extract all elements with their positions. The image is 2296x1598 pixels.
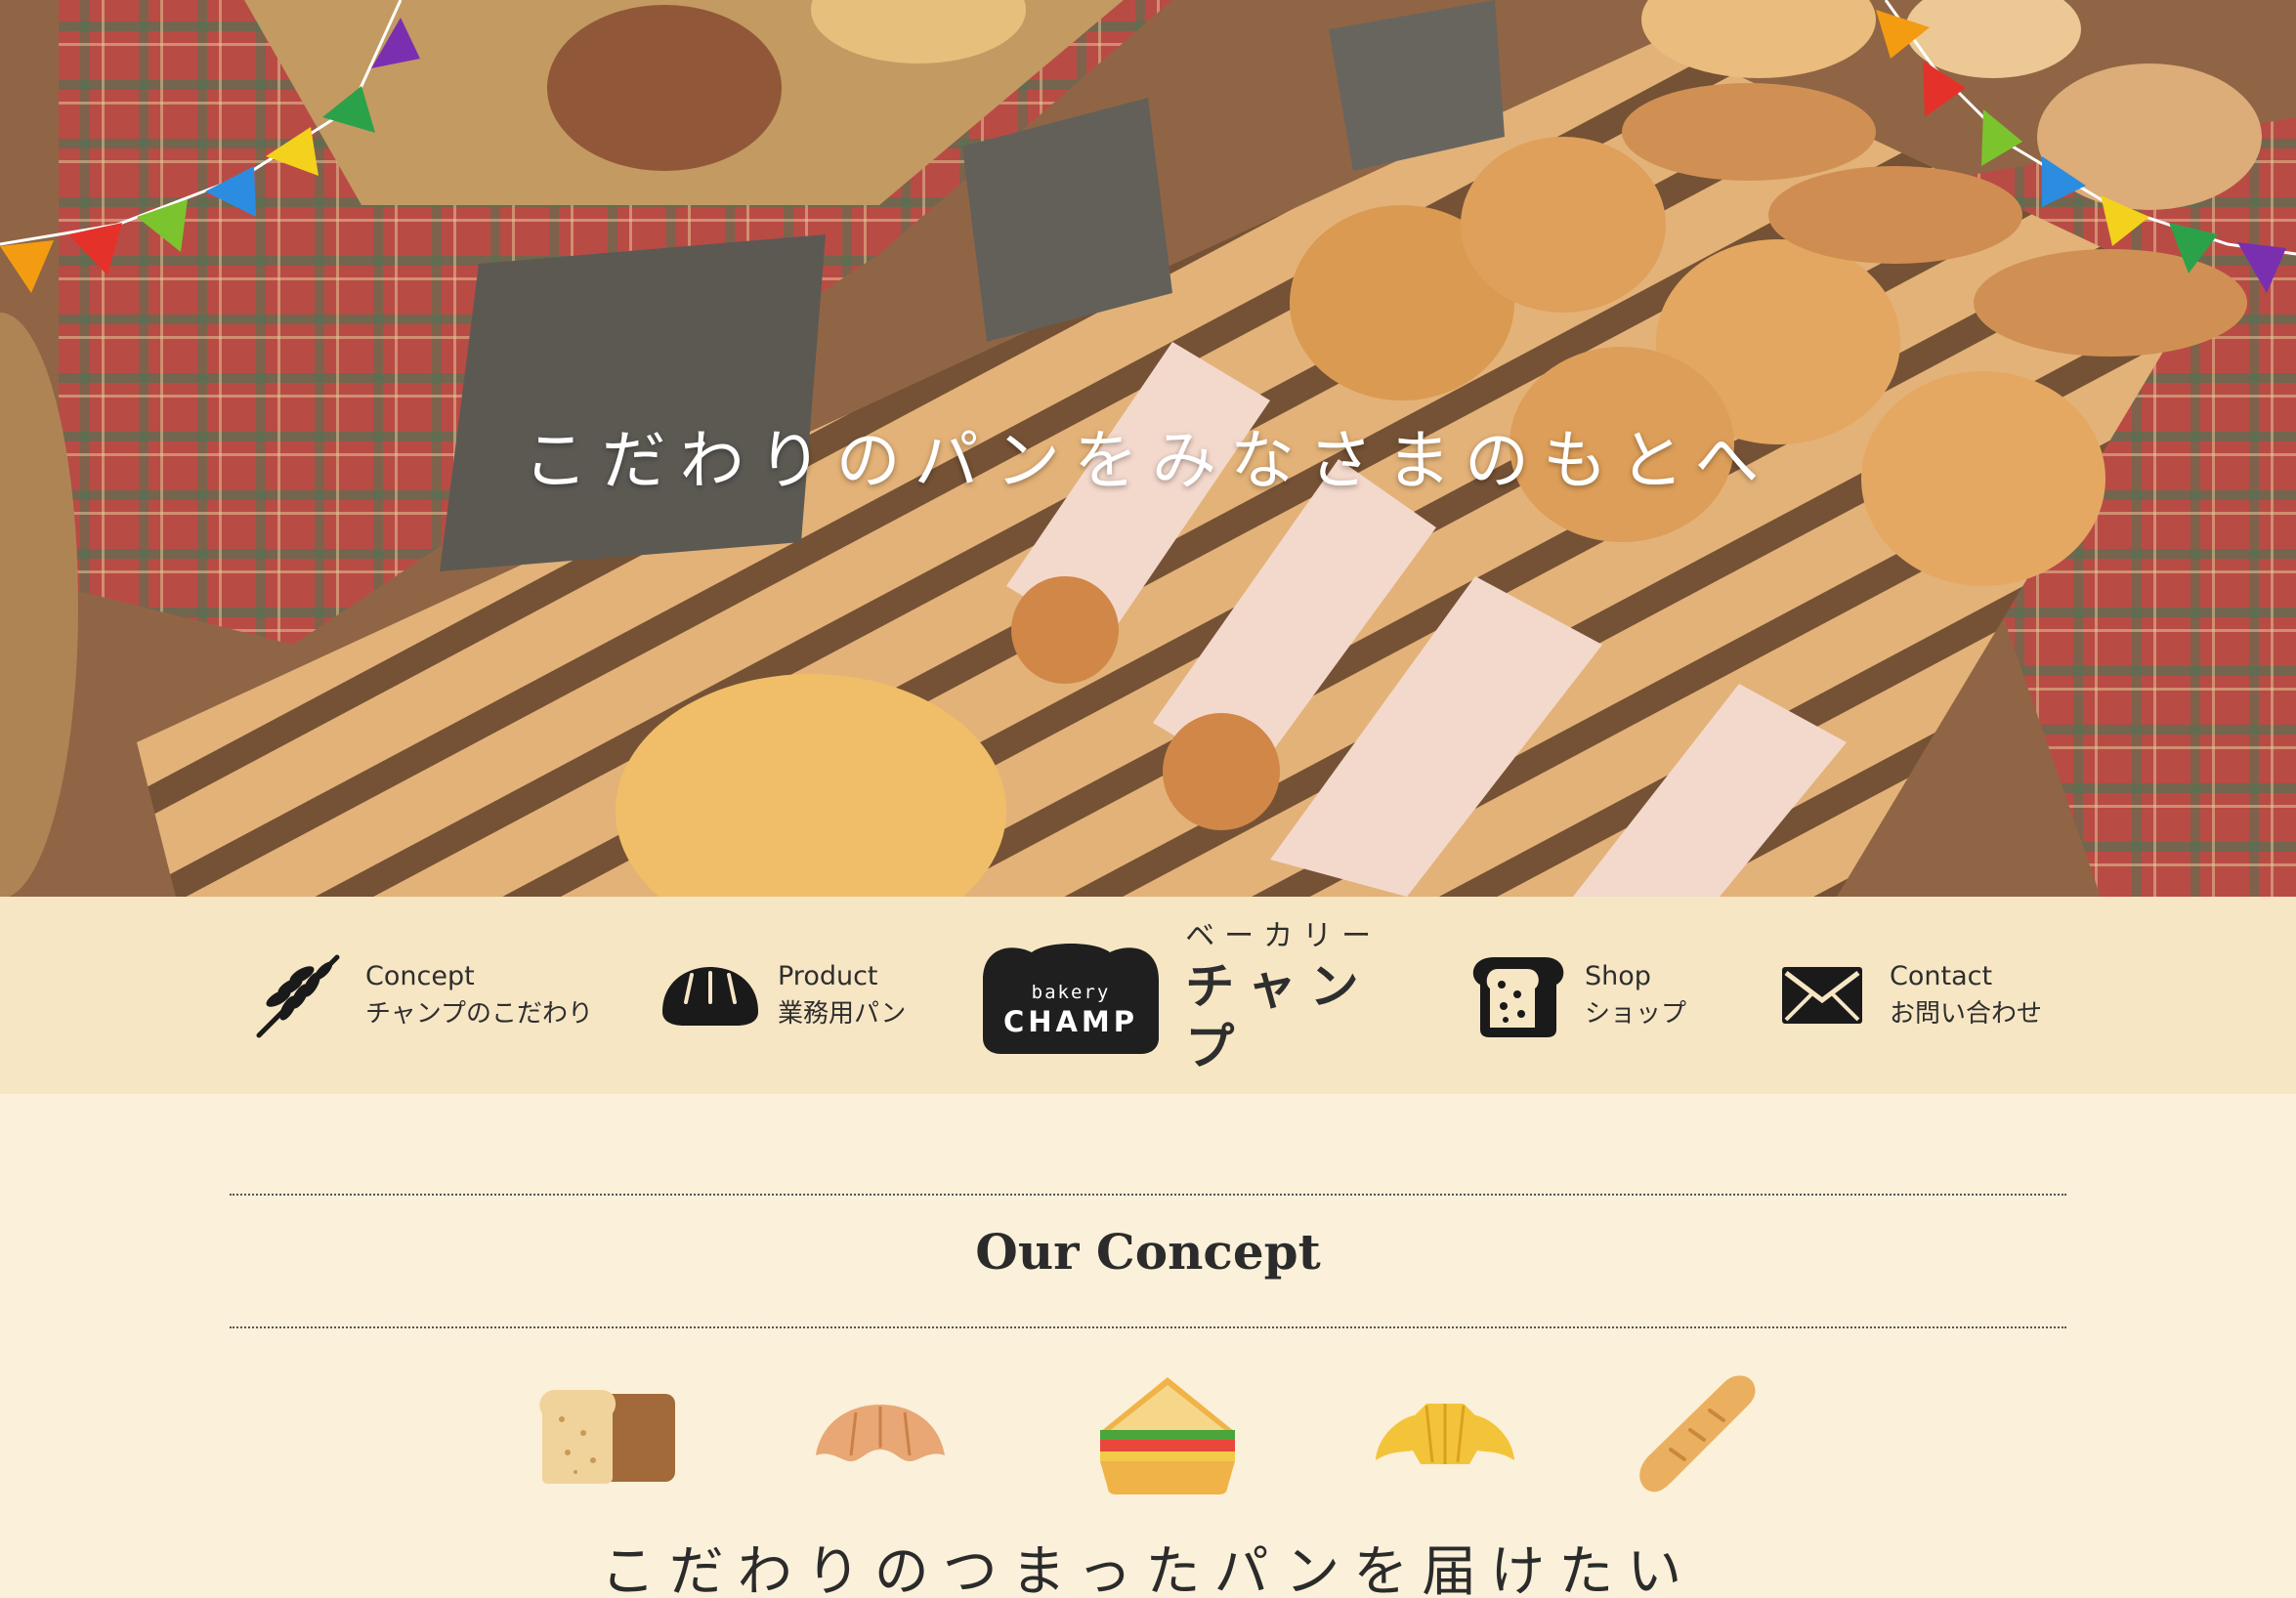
nav-label-en: Product xyxy=(778,961,878,991)
nav-label-ja: 業務用パン xyxy=(778,999,907,1029)
concept-section: Our Concept こだわりのつまったパンを届けたい xyxy=(0,1094,2296,1598)
croissant-icon xyxy=(807,1371,954,1498)
hero-banner: こだわりのパンをみなさまのもとへ xyxy=(0,0,2296,897)
logo-kana-big: チャンプ xyxy=(1185,958,1373,1075)
main-nav: Concept チャンプのこだわり Product 業務用パン bakery C… xyxy=(0,897,2296,1094)
logo-text-big: CHAMP xyxy=(1002,1005,1139,1038)
nav-label-en: Concept xyxy=(365,961,475,991)
logo-badge: bakery CHAMP xyxy=(973,941,1160,1054)
site-logo[interactable]: bakery CHAMP ベーカリー チャンプ xyxy=(973,919,1423,1075)
wheat-icon xyxy=(244,951,352,1039)
divider-top xyxy=(230,1194,2066,1196)
nav-label-ja: お問い合わせ xyxy=(1890,999,2043,1029)
nav-item-shop[interactable]: Shop ショップ xyxy=(1464,951,1686,1039)
bread-loaf-icon xyxy=(657,951,764,1039)
envelope-icon xyxy=(1768,951,1876,1039)
bread-slice-icon xyxy=(532,1371,679,1498)
bread-icon-row xyxy=(0,1371,2296,1498)
nav-label-en: Shop xyxy=(1585,961,1651,991)
concept-title: Our Concept xyxy=(975,1223,1321,1281)
sandwich-icon xyxy=(1094,1371,1241,1498)
nav-label-ja: チャンプのこだわり xyxy=(365,999,593,1029)
divider-bottom xyxy=(230,1326,2066,1328)
logo-text-small: bakery xyxy=(1031,982,1111,1003)
croissant-yellow-icon xyxy=(1372,1371,1518,1498)
nav-label-en: Contact xyxy=(1890,961,1993,991)
hero-headline: こだわりのパンをみなさまのもとへ xyxy=(523,423,1773,498)
concept-subtitle: こだわりのつまったパンを届けたい xyxy=(600,1540,1696,1598)
baguette-icon xyxy=(1622,1371,1768,1498)
nav-item-concept[interactable]: Concept チャンプのこだわり xyxy=(244,951,593,1039)
nav-item-contact[interactable]: Contact お問い合わせ xyxy=(1768,951,2042,1039)
toast-icon xyxy=(1464,951,1571,1039)
logo-kana-small: ベーカリー xyxy=(1185,919,1382,953)
nav-item-product[interactable]: Product 業務用パン xyxy=(657,951,906,1039)
nav-label-ja: ショップ xyxy=(1585,999,1687,1029)
